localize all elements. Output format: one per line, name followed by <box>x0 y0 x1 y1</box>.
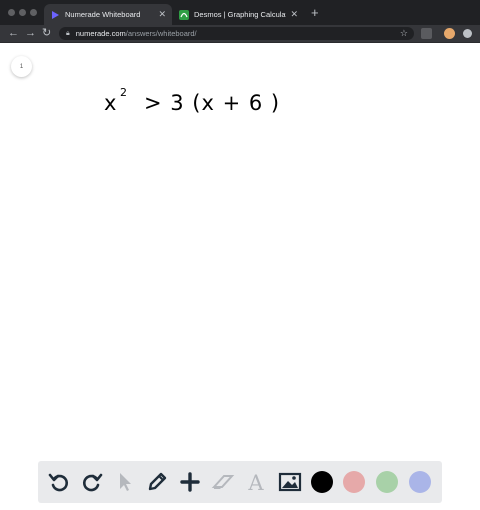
address-bar[interactable]: 🔒︎ numerade.com /answers/whiteboard/ ☆ <box>59 27 414 40</box>
browser-toolbar: ← → ↻ 🔒︎ numerade.com /answers/whiteboar… <box>0 25 480 43</box>
menu-icon[interactable] <box>463 29 472 38</box>
browser-tab-strip: Numerade Whiteboard ✕ Desmos | Graphing … <box>0 0 480 25</box>
forward-arrow-icon[interactable]: → <box>25 26 36 41</box>
drawing-toolbar: A <box>38 461 442 503</box>
image-icon[interactable] <box>278 470 302 494</box>
back-arrow-icon[interactable]: ← <box>8 26 19 41</box>
handwritten-expression: > 3 (x + 6 ) <box>144 91 281 115</box>
add-icon[interactable] <box>178 470 202 494</box>
numerade-icon <box>52 10 59 19</box>
tab-label: Numerade Whiteboard <box>65 10 141 19</box>
tab-label: Desmos | Graphing Calculator <box>194 10 287 19</box>
text-icon[interactable]: A <box>244 470 268 494</box>
color-swatch-green[interactable] <box>376 471 398 493</box>
eraser-icon[interactable] <box>211 470 235 494</box>
tab-close-icon[interactable]: ✕ <box>158 9 166 20</box>
color-swatch-pink[interactable] <box>343 471 365 493</box>
color-swatch-blue[interactable] <box>409 471 431 493</box>
extension-icon[interactable] <box>421 28 432 39</box>
window-close-dot[interactable] <box>8 9 15 16</box>
svg-text:A: A <box>247 471 264 493</box>
handwritten-x: x <box>104 91 117 115</box>
pointer-icon[interactable] <box>112 470 136 494</box>
bookmark-star-icon[interactable]: ☆ <box>400 28 408 39</box>
page-number-badge[interactable]: 1 <box>11 56 32 77</box>
desmos-icon <box>179 9 189 20</box>
color-swatch-black[interactable] <box>311 471 333 493</box>
new-tab-button[interactable]: + <box>311 5 319 20</box>
reload-icon[interactable]: ↻ <box>42 26 51 41</box>
profile-avatar[interactable] <box>444 28 455 39</box>
url-host: numerade.com <box>75 29 126 38</box>
lock-icon: 🔒︎ <box>66 29 70 37</box>
window-minimize-dot[interactable] <box>19 9 26 16</box>
url-path: /answers/whiteboard/ <box>125 29 197 38</box>
tab-desmos[interactable]: Desmos | Graphing Calculator ✕ <box>173 4 304 25</box>
redo-icon[interactable] <box>80 470 104 494</box>
tab-close-icon[interactable]: ✕ <box>290 9 298 20</box>
window-zoom-dot[interactable] <box>30 9 37 16</box>
tab-numerade-whiteboard[interactable]: Numerade Whiteboard ✕ <box>44 4 172 25</box>
handwritten-exponent: 2 <box>120 86 127 99</box>
pen-icon[interactable] <box>145 470 169 494</box>
undo-icon[interactable] <box>47 470 71 494</box>
